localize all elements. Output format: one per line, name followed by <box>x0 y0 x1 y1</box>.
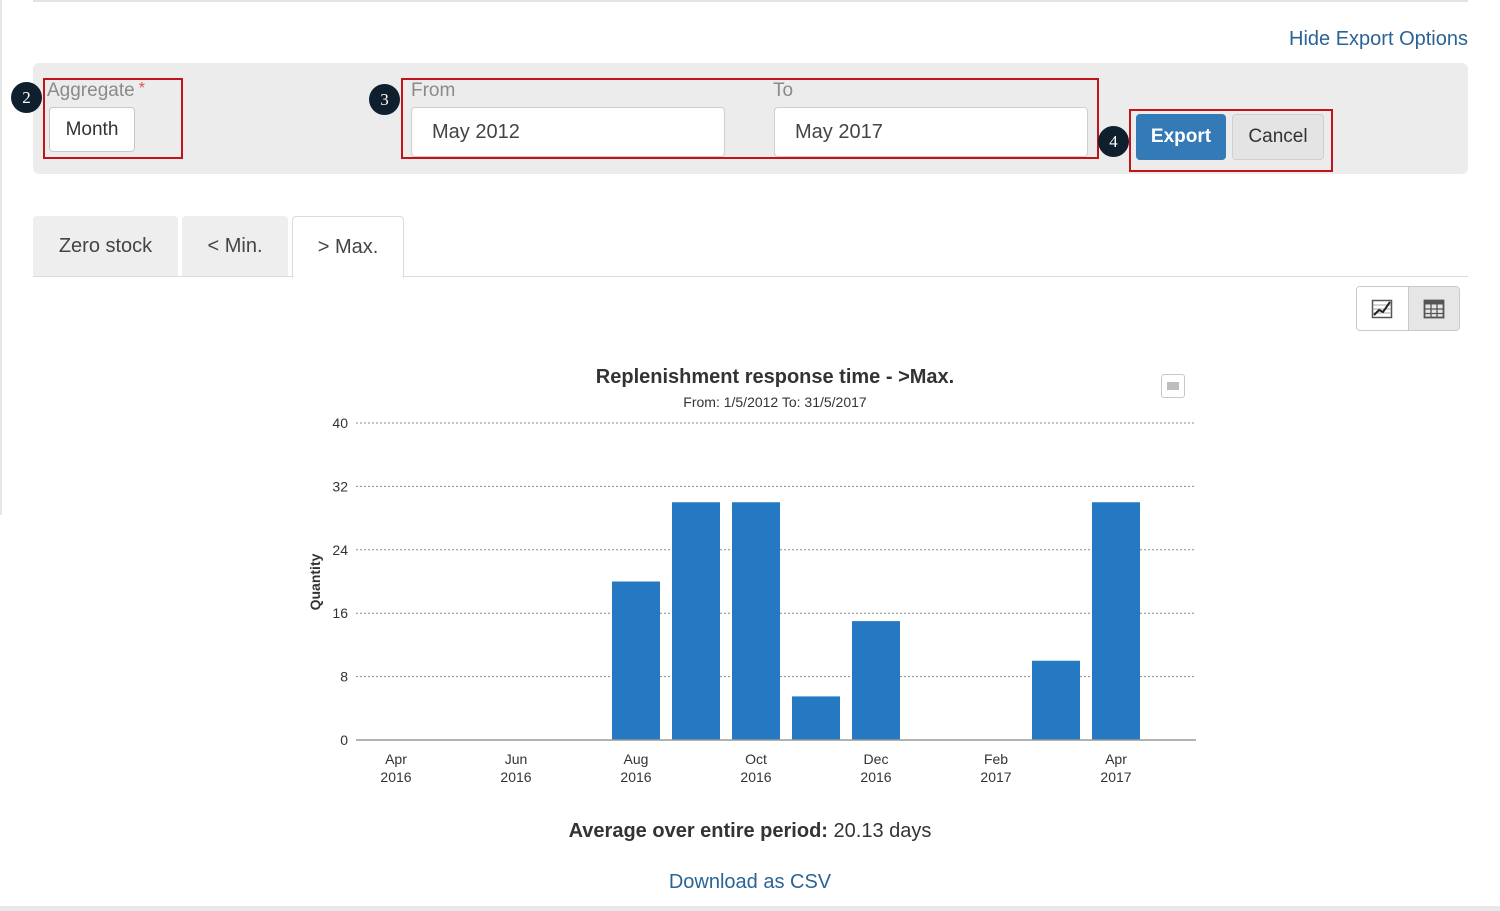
x-tick-label: Jun <box>505 751 528 767</box>
bar[interactable] <box>732 502 780 740</box>
y-tick-label: 0 <box>340 732 348 748</box>
x-axis-ticks: Apr 2016 Jun 2016 Aug 2016 Oct 2016 Dec 2016 Feb 20… <box>380 751 1131 785</box>
x-tick-label: 2016 <box>620 769 651 785</box>
y-axis-ticks: 0 8 16 24 32 40 <box>332 415 348 748</box>
x-tick-label: Aug <box>624 751 649 767</box>
x-tick-label: Apr <box>1105 751 1127 767</box>
x-tick-label: 2017 <box>980 769 1011 785</box>
average-label: Average over entire period: <box>568 820 828 842</box>
x-tick-label: Dec <box>864 751 889 767</box>
bar[interactable] <box>852 621 900 740</box>
x-tick-label: 2016 <box>500 769 531 785</box>
bottom-divider <box>0 906 1500 911</box>
bar[interactable] <box>1032 660 1080 740</box>
x-tick-label: 2017 <box>1100 769 1131 785</box>
y-tick-label: 24 <box>332 542 348 558</box>
x-tick-label: 2016 <box>380 769 411 785</box>
y-tick-label: 32 <box>332 478 348 494</box>
bar[interactable] <box>792 696 840 740</box>
chart-bars <box>612 502 1140 740</box>
x-tick-label: Feb <box>984 751 1008 767</box>
x-tick-label: 2016 <box>740 769 771 785</box>
bar[interactable] <box>672 502 720 740</box>
download-csv-link[interactable]: Download as CSV <box>0 871 1500 894</box>
x-tick-label: Apr <box>385 751 407 767</box>
bar-chart: 0 8 16 24 32 40 Apr 2016 Jun 2016 Aug 2016 Oct 2016 D… <box>307 415 1196 785</box>
y-tick-label: 16 <box>332 605 348 621</box>
average-summary: Average over entire period: 20.13 days <box>0 820 1500 843</box>
x-tick-label: Oct <box>745 751 767 767</box>
y-tick-label: 40 <box>332 415 348 431</box>
bar[interactable] <box>612 581 660 741</box>
average-value: 20.13 days <box>833 820 932 842</box>
x-tick-label: 2016 <box>860 769 891 785</box>
y-axis-label: Quantity <box>307 553 323 610</box>
bar[interactable] <box>1092 502 1140 740</box>
y-tick-label: 8 <box>340 669 348 685</box>
